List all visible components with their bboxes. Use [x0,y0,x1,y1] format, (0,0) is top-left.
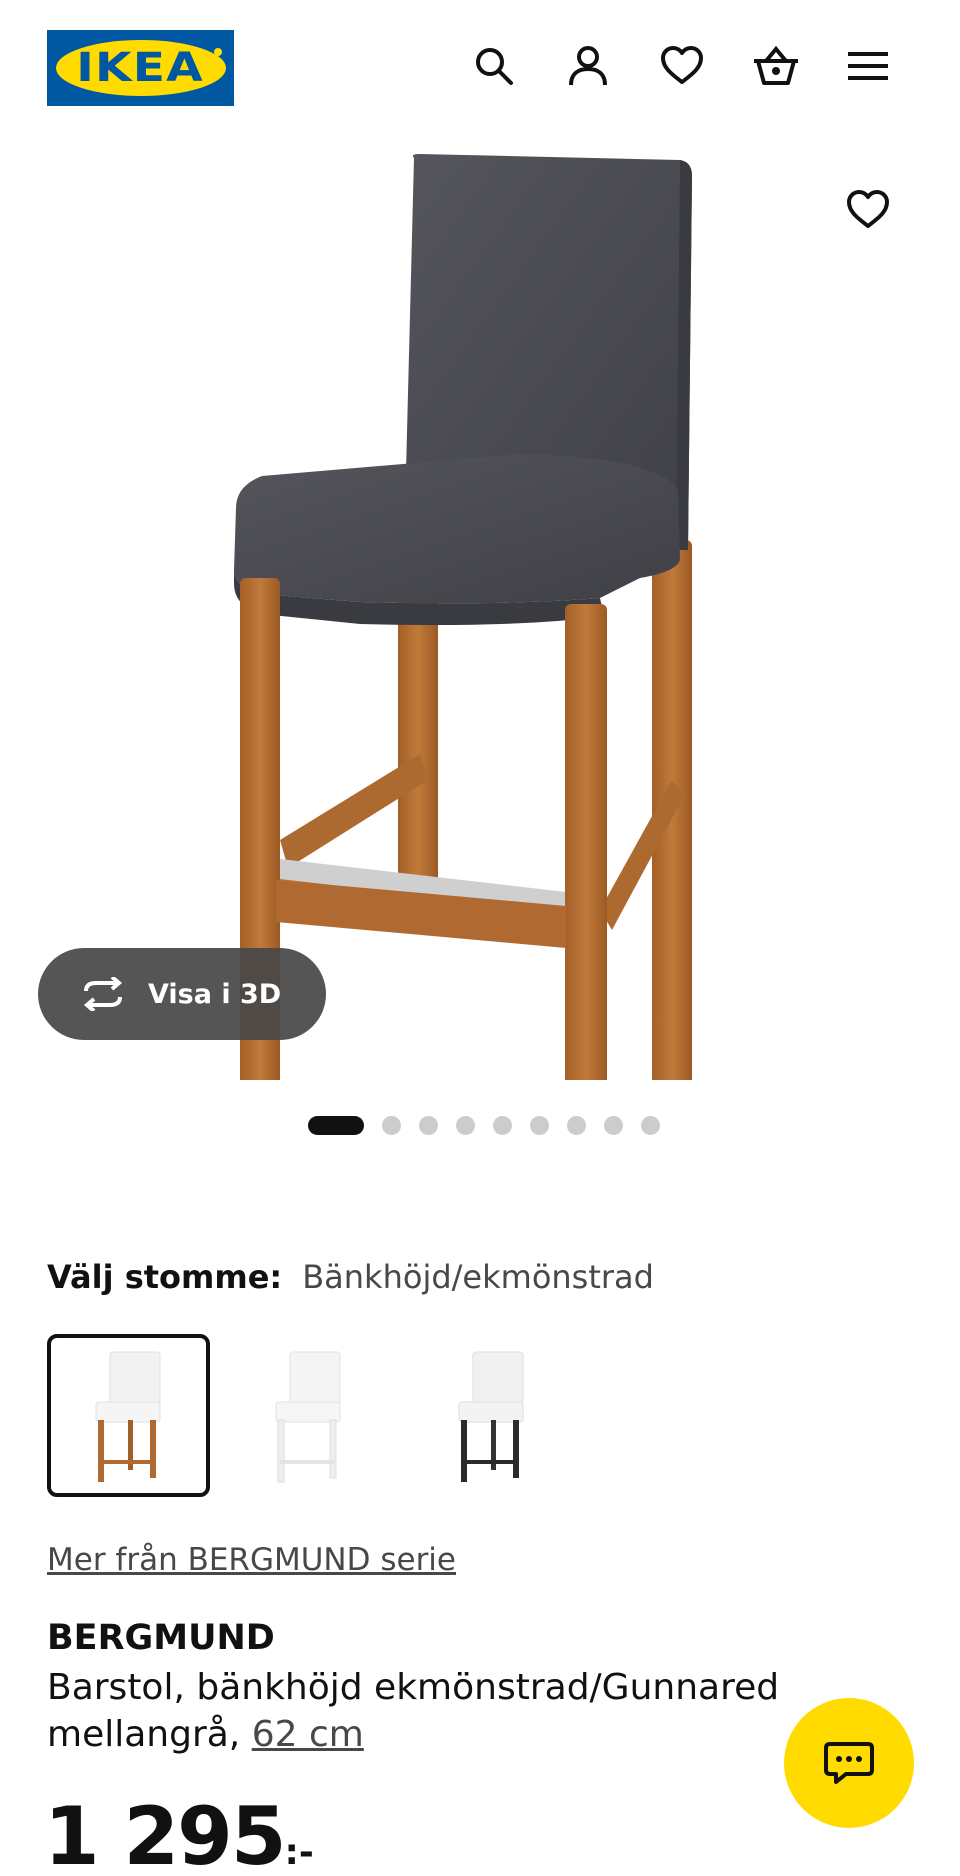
price-suffix: :- [284,1832,314,1873]
save-to-wishlist-button[interactable] [838,180,898,240]
logo-oval: IKEA [55,40,226,96]
view-in-3d-button[interactable]: Visa i 3D [38,948,326,1040]
chat-button[interactable] [784,1698,914,1828]
frame-option-oak[interactable] [47,1334,210,1497]
header: IKEA [0,0,960,135]
basket-icon[interactable] [748,38,804,94]
heart-icon [847,190,889,228]
product-description-text: Barstol, bänkhöjd ekmönstrad/Gunnared me… [47,1667,780,1755]
search-icon[interactable] [466,38,522,94]
product-price: 1 295 :- [44,1790,314,1876]
carousel-dot[interactable] [604,1115,623,1135]
menu-icon[interactable] [840,38,896,94]
product-size-link[interactable]: 62 cm [252,1714,364,1755]
carousel-dot[interactable] [456,1115,475,1135]
product-description: Barstol, bänkhöjd ekmönstrad/Gunnared me… [47,1664,787,1758]
carousel-dot[interactable] [419,1115,438,1135]
carousel-dot[interactable] [641,1115,660,1135]
product-name: BERGMUND [47,1618,275,1658]
logo-text: IKEA [76,45,205,91]
carousel-dot[interactable] [382,1115,401,1135]
registered-mark [214,48,222,56]
price-amount: 1 295 [44,1790,287,1876]
carousel-indicator [0,1115,960,1135]
account-icon[interactable] [560,38,616,94]
frame-selector-label: Välj stomme: [47,1258,283,1296]
carousel-dot[interactable] [567,1115,586,1135]
heart-icon[interactable] [654,38,710,94]
carousel-dot-active[interactable] [308,1115,364,1135]
frame-option-black[interactable] [410,1334,573,1497]
product-image[interactable] [0,140,960,1204]
carousel-dot[interactable] [493,1115,512,1135]
ikea-logo[interactable]: IKEA [47,30,234,106]
series-link[interactable]: Mer från BERGMUND serie [47,1542,456,1578]
frame-selector-heading: Välj stomme: Bänkhöjd/ekmönstrad [47,1258,654,1296]
rotate-3d-icon [83,977,123,1011]
black-stool-thumbnail [458,1351,523,1482]
view-in-3d-label: Visa i 3D [148,978,282,1010]
frame-option-white[interactable] [227,1334,390,1497]
oak-stool-thumbnail [95,1351,160,1482]
bar-stool-illustration [234,154,692,1204]
white-stool-thumbnail [275,1351,340,1482]
carousel-dot[interactable] [530,1115,549,1135]
chat-icon [824,1742,874,1784]
frame-selected-value: Bänkhöjd/ekmönstrad [302,1258,654,1296]
